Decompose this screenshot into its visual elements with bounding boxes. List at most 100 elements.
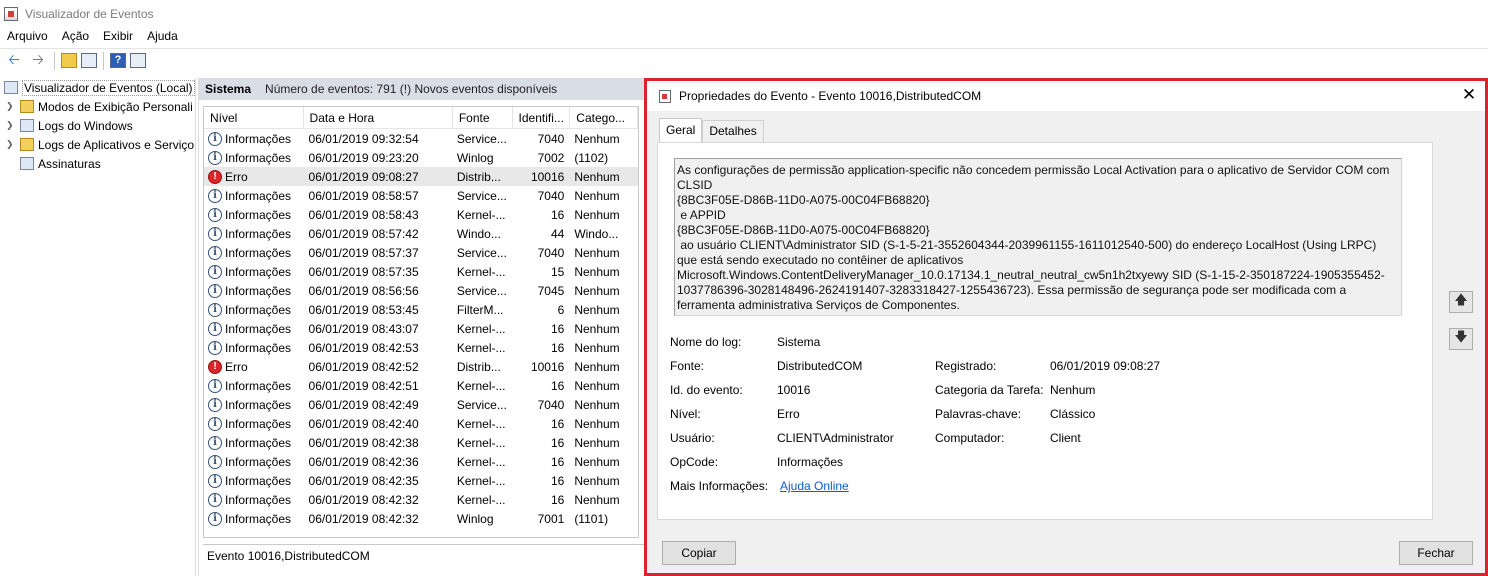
cell-text: (1102): [574, 150, 609, 165]
cell-id: 7040: [513, 189, 571, 203]
cell-id: 10016: [513, 360, 571, 374]
cell-cat: Nenhum: [570, 417, 638, 431]
expand-chevron-icon[interactable]: ❯: [6, 120, 16, 131]
table-row[interactable]: i Informações 06/01/2019 08:58:43 Kernel-..…: [204, 205, 638, 224]
expand-chevron-icon[interactable]: ❯: [6, 101, 16, 112]
table-row[interactable]: i Informações 06/01/2019 08:42:53 Kernel-..…: [204, 338, 638, 357]
tab-detalhes[interactable]: Detalhes: [702, 120, 764, 142]
cell-text: Nenhum: [574, 378, 620, 393]
table-row[interactable]: i Informações 06/01/2019 08:42:35 Kernel-..…: [204, 471, 638, 490]
cell-level: i Informações: [204, 283, 304, 298]
toolbar-separator: [54, 51, 55, 70]
table-row[interactable]: i Informações 06/01/2019 09:23:20 Winlog 700…: [204, 148, 638, 167]
tree-item-label: Logs de Aplicativos e Serviço: [38, 137, 195, 152]
table-row[interactable]: i Informações 06/01/2019 08:42:38 Kernel-..…: [204, 433, 638, 452]
info-icon: i: [208, 283, 222, 298]
cell-text: Informações: [225, 150, 292, 165]
column-header-level[interactable]: Nível: [204, 107, 304, 129]
cell-text: 7040: [537, 188, 565, 203]
cell-text: Kernel-...: [456, 264, 506, 279]
user-value: CLIENT\Administrator: [777, 431, 894, 445]
cell-source: Kernel-...: [453, 417, 513, 431]
close-button[interactable]: Fechar: [1399, 541, 1473, 565]
tree-root-event-viewer[interactable]: Visualizador de Eventos (Local): [0, 78, 195, 97]
info-icon: i: [208, 492, 222, 507]
cell-text: 7045: [537, 283, 565, 298]
cell-cat: Nenhum: [570, 379, 638, 393]
table-row[interactable]: i Informações 06/01/2019 08:53:45 FilterM..…: [204, 300, 638, 319]
cell-id: 16: [513, 341, 571, 355]
table-row[interactable]: i Informações 06/01/2019 08:42:49 Service..…: [204, 395, 638, 414]
online-help-link[interactable]: Ajuda Online: [780, 479, 849, 493]
cell-text: 06/01/2019 08:57:37: [308, 245, 419, 260]
forward-arrow-icon[interactable]: 🡢: [28, 51, 48, 71]
log-header: Sistema Número de eventos: 791 (!) Novos…: [199, 78, 644, 100]
navigation-tree: Visualizador de Eventos (Local) ❯ Modos …: [0, 78, 196, 576]
tree-item-custom-views[interactable]: ❯ Modos de Exibição Personali: [0, 97, 195, 116]
copy-button[interactable]: Copiar: [662, 541, 736, 565]
tree-item-subscriptions[interactable]: Assinaturas: [0, 154, 195, 173]
cell-id: 44: [513, 227, 571, 241]
cell-level: i Informações: [204, 511, 304, 526]
properties-pane-icon[interactable]: [130, 53, 146, 68]
table-row[interactable]: i Informações 06/01/2019 08:42:36 Kernel-..…: [204, 452, 638, 471]
table-row[interactable]: ! Erro 06/01/2019 08:42:52 Distrib... 10016 N…: [204, 357, 638, 376]
cell-text: Nenhum: [574, 169, 620, 184]
next-event-button[interactable]: 🡇: [1449, 328, 1473, 350]
event-detail-title: Evento 10016,DistributedCOM: [203, 544, 649, 566]
close-icon[interactable]: ✕: [1459, 85, 1479, 105]
more-info-label: Mais Informações:: [670, 479, 769, 493]
table-row[interactable]: i Informações 06/01/2019 08:42:51 Kernel-..…: [204, 376, 638, 395]
show-hide-tree-icon[interactable]: [81, 53, 97, 68]
tab-geral[interactable]: Geral: [659, 118, 703, 142]
column-header-category[interactable]: Catego...: [570, 107, 638, 129]
cell-date: 06/01/2019 08:57:35: [304, 265, 453, 279]
table-row[interactable]: i Informações 06/01/2019 08:43:07 Kernel-..…: [204, 319, 638, 338]
menu-exibir[interactable]: Exibir: [96, 26, 140, 46]
table-row[interactable]: i Informações 06/01/2019 08:42:32 Winlog 700…: [204, 509, 638, 528]
table-row[interactable]: i Informações 06/01/2019 09:32:54 Service..…: [204, 129, 638, 148]
cell-id: 15: [513, 265, 571, 279]
menu-arquivo[interactable]: Arquivo: [0, 26, 55, 46]
help-icon[interactable]: ?: [110, 53, 126, 68]
cell-cat: Nenhum: [570, 322, 638, 336]
previous-event-button[interactable]: 🡅: [1449, 291, 1473, 313]
cell-text: 06/01/2019 08:42:53: [308, 340, 419, 355]
info-icon: i: [208, 435, 222, 450]
cell-source: Kernel-...: [453, 436, 513, 450]
cell-text: 7002: [537, 150, 565, 165]
column-header-date[interactable]: Data e Hora: [304, 107, 453, 129]
table-row[interactable]: i Informações 06/01/2019 08:42:40 Kernel-..…: [204, 414, 638, 433]
cell-id: 7001: [513, 512, 571, 526]
cell-source: Kernel-...: [453, 455, 513, 469]
tree-item-app-service-logs[interactable]: ❯ Logs de Aplicativos e Serviço: [0, 135, 195, 154]
table-row[interactable]: i Informações 06/01/2019 08:58:57 Service..…: [204, 186, 638, 205]
column-header-source[interactable]: Fonte: [453, 107, 513, 129]
info-icon: i: [208, 226, 222, 241]
cell-text: 15: [550, 264, 565, 279]
menu-ajuda[interactable]: Ajuda: [140, 26, 185, 46]
info-icon: i: [208, 473, 222, 488]
tree-item-windows-logs[interactable]: ❯ Logs do Windows: [0, 116, 195, 135]
table-row[interactable]: i Informações 06/01/2019 08:57:42 Windo... 4…: [204, 224, 638, 243]
expand-chevron-icon[interactable]: ❯: [6, 139, 16, 150]
back-arrow-icon[interactable]: 🡠: [4, 51, 24, 71]
column-header-id[interactable]: Identifi...: [513, 107, 571, 129]
cell-text: 16: [550, 321, 565, 336]
computer-value: Client: [1050, 431, 1081, 445]
cell-text: Kernel-...: [456, 492, 506, 507]
open-folder-icon[interactable]: [61, 53, 77, 68]
event-description[interactable]: As configurações de permissão applicatio…: [674, 158, 1402, 316]
cell-source: Distrib...: [453, 170, 513, 184]
table-row[interactable]: i Informações 06/01/2019 08:42:32 Kernel-..…: [204, 490, 638, 509]
info-icon: i: [208, 188, 222, 203]
table-row[interactable]: i Informações 06/01/2019 08:56:56 Service..…: [204, 281, 638, 300]
cell-id: 7040: [513, 398, 571, 412]
table-row[interactable]: ! Erro 06/01/2019 09:08:27 Distrib... 10016 N…: [204, 167, 638, 186]
table-row[interactable]: i Informações 06/01/2019 08:57:35 Kernel-..…: [204, 262, 638, 281]
info-icon: i: [208, 416, 222, 431]
table-row[interactable]: i Informações 06/01/2019 08:57:37 Service..…: [204, 243, 638, 262]
cell-text: 10016: [530, 359, 565, 374]
menu-acao[interactable]: Ação: [55, 26, 96, 46]
cell-source: Kernel-...: [453, 474, 513, 488]
